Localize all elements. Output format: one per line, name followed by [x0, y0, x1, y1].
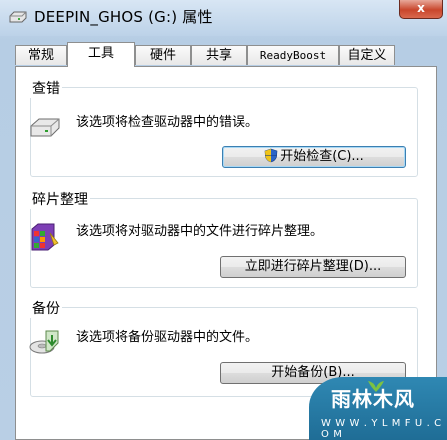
tab-customize[interactable]: 自定义: [339, 45, 395, 65]
leaf-icon: [368, 381, 384, 392]
watermark-url: W W W . Y L M F U . C O M: [321, 418, 442, 440]
properties-window: DEEPIN_GHOS (G:) 属性 x 常规 工具 硬件 共享 ReadyB…: [0, 0, 447, 440]
tab-general[interactable]: 常规: [15, 45, 67, 65]
backup-description: 该选项将备份驱动器中的文件。: [76, 330, 259, 345]
drive-icon: [9, 11, 27, 23]
backup-icon: [29, 330, 59, 354]
error-check-description: 该选项将检查驱动器中的错误。: [76, 115, 259, 130]
tab-strip: 常规 工具 硬件 共享 ReadyBoost 自定义: [15, 42, 435, 67]
start-check-button[interactable]: 开始检查(C)...: [222, 146, 406, 168]
tab-readyboost[interactable]: ReadyBoost: [247, 45, 339, 65]
title-bar[interactable]: DEEPIN_GHOS (G:) 属性 x: [0, 0, 447, 36]
error-check-title: 查错: [30, 78, 62, 98]
tab-tools[interactable]: 工具: [67, 42, 135, 67]
watermark-logo: 雨林木风 W W W . Y L M F U . C O M: [309, 377, 447, 440]
tab-hardware[interactable]: 硬件: [135, 45, 191, 65]
start-check-label: 开始检查(C)...: [280, 149, 364, 164]
defrag-now-button[interactable]: 立即进行碎片整理(D)...: [220, 256, 406, 278]
defrag-title: 碎片整理: [30, 189, 90, 209]
uac-shield-icon: [264, 148, 278, 163]
close-button[interactable]: x: [399, 0, 443, 19]
window-title: DEEPIN_GHOS (G:) 属性: [34, 8, 213, 26]
defrag-icon: [31, 223, 59, 251]
drive-icon: [30, 118, 60, 137]
backup-title: 备份: [30, 298, 62, 318]
defrag-description: 该选项将对驱动器中的文件进行碎片整理。: [76, 224, 324, 239]
tab-sharing[interactable]: 共享: [191, 45, 247, 65]
